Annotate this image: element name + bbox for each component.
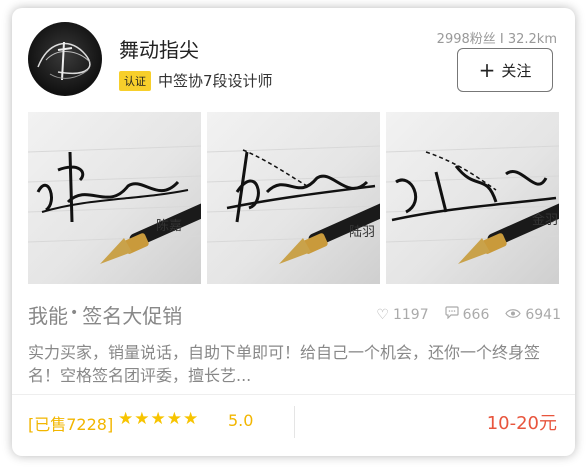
vertical-divider (294, 406, 295, 438)
likes-count: 1197 (392, 306, 429, 323)
verified-badge: 认证 (119, 71, 151, 91)
heart-icon: ♡ (376, 306, 389, 323)
star-rating-icon: ★★★★★ (118, 409, 200, 429)
comment-icon (445, 306, 459, 323)
sold-count: [已售7228] (28, 415, 114, 434)
likes-metric[interactable]: ♡ 1197 (376, 306, 428, 323)
avatar[interactable] (28, 22, 102, 96)
sample-photo-1[interactable]: 陈嘉 (28, 112, 201, 284)
photo-caption-2: 陆羽 (349, 224, 375, 240)
photo-caption-1: 陈嘉 (156, 218, 182, 234)
divider (12, 394, 575, 395)
listing-headline[interactable]: 我能 • 签名大促销 (28, 300, 182, 329)
eye-icon (505, 307, 522, 323)
sample-photo-2[interactable]: 陆羽 (207, 112, 380, 284)
service-card[interactable]: 舞动指尖 认证 中签协7段设计师 2998粉丝 I 32.2km + 关注 陈嘉 (12, 8, 575, 456)
profile-title: 中签协7段设计师 (158, 72, 273, 90)
profile-stats: 2998粉丝 I 32.2km (436, 32, 557, 47)
price-label: 10-20元 (486, 413, 557, 434)
headline-post: 签名大促销 (82, 304, 183, 328)
headline-pre: 我能 (28, 304, 68, 328)
listing-metrics: ♡ 1197 666 6941 (376, 306, 561, 323)
profile-name[interactable]: 舞动指尖 (119, 34, 199, 63)
follow-button[interactable]: + 关注 (457, 48, 553, 92)
rating-value: 5.0 (228, 411, 254, 430)
views-metric: 6941 (505, 306, 561, 323)
comments-metric[interactable]: 666 (445, 306, 490, 323)
sample-photo-3[interactable]: 金羽 (386, 112, 559, 284)
views-count: 6941 (525, 306, 561, 323)
follow-label: 关注 (501, 61, 532, 80)
listing-description: 实力买家，销量说话，自助下单即可！给自己一个机会，还你一个终身签名！空格签名团评… (28, 343, 541, 385)
headline-dot: • (70, 305, 79, 321)
photo-caption-3: 金羽 (532, 212, 558, 228)
comments-count: 666 (462, 306, 490, 323)
plus-icon: + (478, 58, 496, 82)
